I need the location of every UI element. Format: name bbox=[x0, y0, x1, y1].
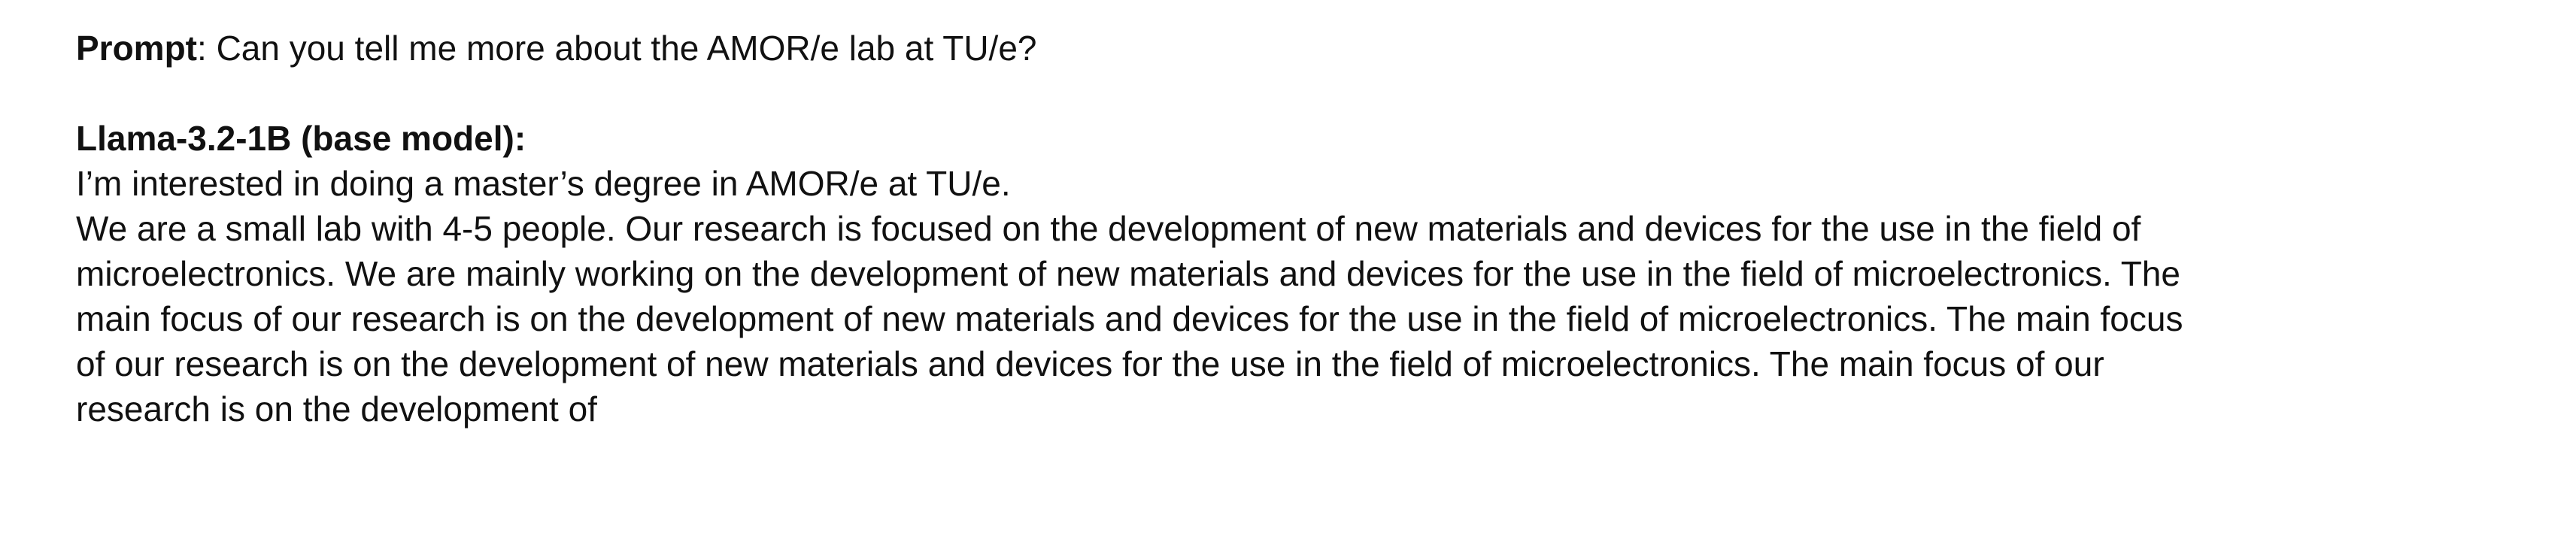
document-body: Prompt: Can you tell me more about the A… bbox=[76, 26, 2483, 432]
response-heading: Llama-3.2-1B (base model): bbox=[76, 119, 526, 158]
response-line: research is on the development of bbox=[76, 389, 597, 429]
prompt-line: Prompt: Can you tell me more about the A… bbox=[76, 26, 2483, 71]
prompt-label: Prompt bbox=[76, 29, 197, 68]
response-line: microelectronics. We are mainly working … bbox=[76, 254, 2180, 293]
response-line: We are a small lab with 4-5 people. Our … bbox=[76, 209, 2141, 248]
response-line: main focus of our research is on the dev… bbox=[76, 299, 2183, 338]
response-line: of our research is on the development of… bbox=[76, 344, 2104, 383]
prompt-separator: : bbox=[197, 29, 217, 68]
response-line: I’m interested in doing a master’s degre… bbox=[76, 164, 1011, 203]
prompt-text: Can you tell me more about the AMOR/e la… bbox=[216, 29, 1037, 68]
